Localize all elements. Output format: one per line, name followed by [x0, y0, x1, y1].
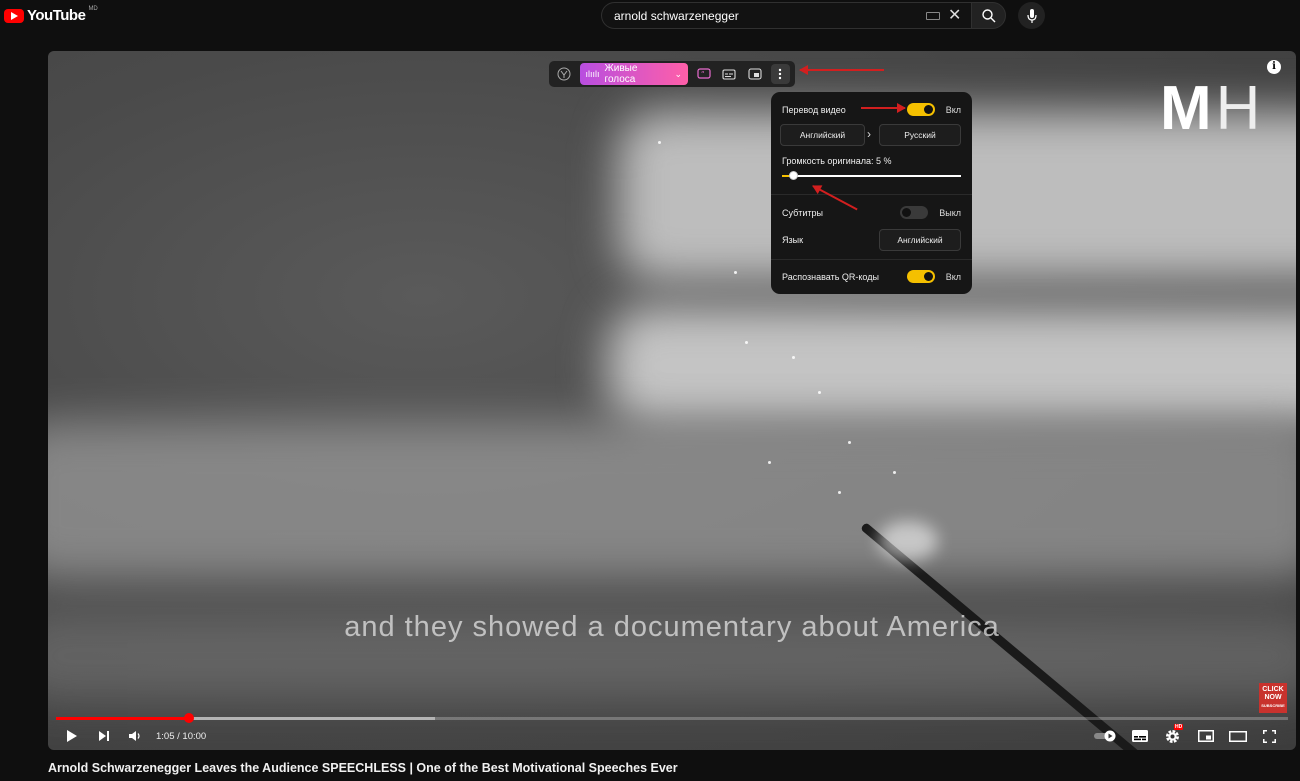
quote-icon[interactable]: “ [694, 64, 714, 84]
volume-button[interactable] [128, 727, 141, 745]
search-button[interactable] [971, 2, 1006, 29]
captions-button[interactable] [1132, 727, 1148, 745]
search-box: ✕ [601, 2, 972, 29]
subtitles-label: Субтитры [782, 207, 824, 218]
video-title[interactable]: Arnold Schwarzenegger Leaves the Audienc… [48, 761, 678, 775]
miniplayer-button[interactable] [1198, 727, 1214, 745]
scrubber[interactable] [184, 713, 195, 723]
qr-label: Распознавать QR-коды [782, 271, 879, 282]
subtitles-icon[interactable] [720, 64, 740, 84]
translation-toolbar: ılıılı Живые голоса ⌄ “ [549, 61, 795, 87]
next-icon [99, 731, 109, 741]
subtitles-state: Выкл [939, 207, 961, 218]
video-player[interactable]: MH i and they showed a documentary about… [48, 51, 1296, 750]
translation-settings-panel: Перевод видео Вкл Английский › Русский Г… [771, 92, 972, 294]
theater-icon [1229, 730, 1247, 742]
info-icon[interactable]: i [1267, 60, 1281, 74]
youtube-logo-icon [4, 8, 24, 23]
source-language-select[interactable]: Английский [780, 124, 865, 146]
search-input[interactable] [612, 7, 926, 24]
video-subtitle: and they showed a documentary about Amer… [344, 611, 1000, 643]
search-icon [982, 8, 996, 22]
voice-search-button[interactable] [1018, 2, 1045, 29]
logo-text: YouTube [27, 7, 86, 24]
captions-icon [1132, 730, 1148, 742]
qr-toggle[interactable] [906, 270, 935, 283]
voice-wave-icon: ılıılı [585, 69, 600, 79]
yandex-icon[interactable] [554, 64, 574, 84]
settings-icon [1166, 729, 1179, 743]
live-voices-label: Живые голоса [604, 63, 638, 85]
keyboard-icon[interactable] [926, 11, 940, 20]
pip-icon[interactable] [745, 64, 765, 84]
qr-state: Вкл [945, 271, 961, 282]
subscribe-watermark[interactable]: CLICK NOW SUBSCRIBE [1259, 683, 1287, 713]
progress-bar[interactable] [56, 713, 1288, 723]
volume-icon [129, 731, 140, 741]
next-button[interactable] [98, 727, 110, 745]
video-translation-toggle[interactable] [906, 103, 935, 116]
annotation-arrow [799, 65, 884, 75]
logo-region: MD [88, 5, 98, 12]
original-volume-label: Громкость оригинала: 5 % [782, 156, 892, 166]
language-label: Язык [782, 235, 804, 245]
channel-watermark: MH [1160, 74, 1265, 143]
annotation-arrow [861, 103, 906, 113]
qr-row: Распознавать QR-коды Вкл [782, 270, 961, 283]
play-button[interactable] [66, 727, 78, 745]
time-display: 1:05 / 10:00 [156, 730, 207, 742]
svg-text:“: “ [701, 70, 705, 78]
subtitle-language-select[interactable]: Английский [879, 229, 961, 251]
chevron-right-icon: › [867, 127, 871, 141]
subtitles-toggle[interactable] [900, 206, 929, 219]
autoplay-toggle[interactable] [1094, 727, 1118, 745]
youtube-logo[interactable]: YouTube MD [4, 5, 98, 24]
play-icon [67, 730, 77, 742]
subtitles-row: Субтитры Выкл [782, 206, 961, 219]
chevron-down-icon[interactable]: ⌄ [674, 69, 682, 80]
miniplayer-icon [1198, 730, 1214, 742]
video-translation-row: Перевод видео Вкл [782, 103, 961, 116]
video-translation-label: Перевод видео [782, 104, 846, 115]
fullscreen-icon [1263, 729, 1276, 743]
search-bar: ✕ [601, 2, 1006, 29]
target-language-select[interactable]: Русский [879, 124, 961, 146]
hd-badge: HD [1174, 724, 1184, 730]
autoplay-icon [1094, 730, 1116, 742]
more-icon[interactable] [770, 64, 791, 84]
slider-thumb[interactable] [788, 171, 798, 180]
theater-button[interactable] [1229, 727, 1247, 745]
fullscreen-button[interactable] [1263, 727, 1276, 745]
clear-icon[interactable]: ✕ [948, 7, 961, 24]
mic-icon [1026, 8, 1037, 23]
settings-button[interactable]: HD [1165, 724, 1184, 745]
video-translation-state: Вкл [945, 104, 961, 115]
live-voices-button[interactable]: ılıılı Живые голоса ⌄ [579, 63, 689, 85]
original-volume-slider[interactable] [782, 171, 961, 180]
